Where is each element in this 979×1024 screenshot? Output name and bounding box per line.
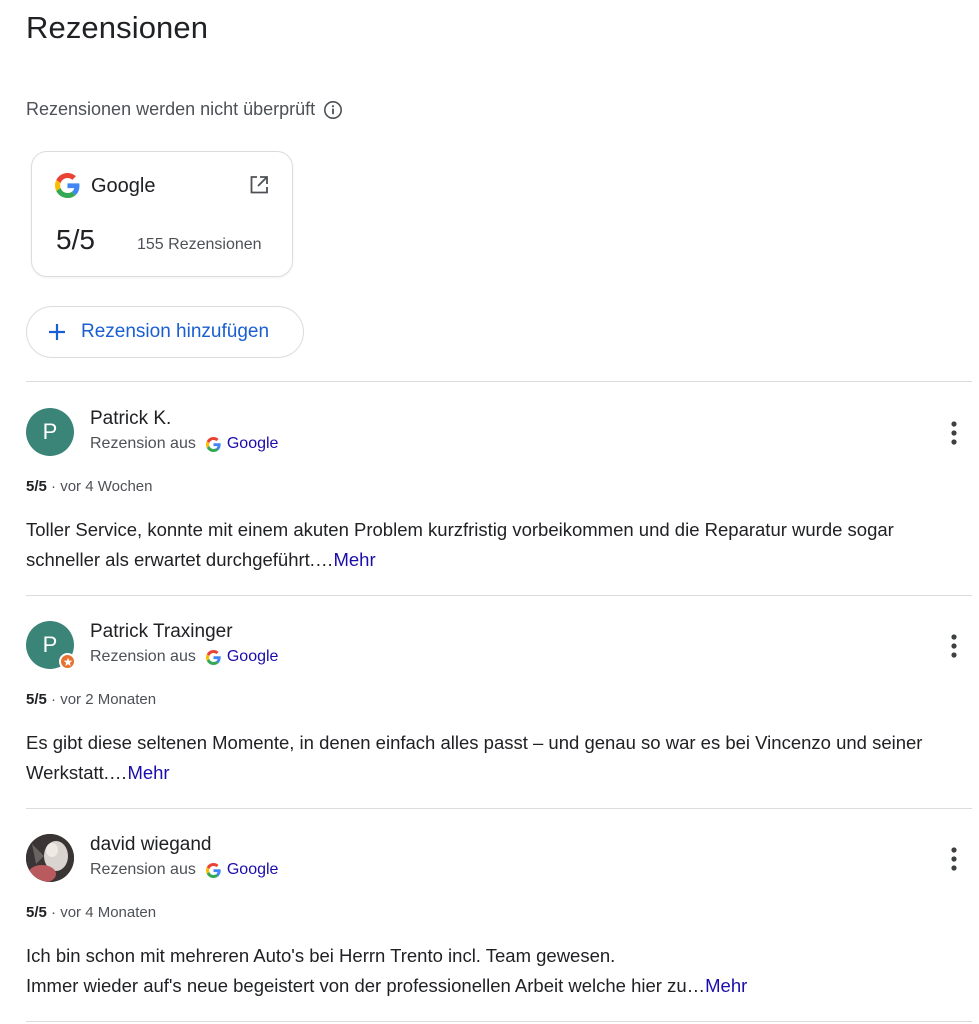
review-count: 155 Rezensionen: [137, 236, 262, 253]
review-source: Rezension aus Google: [90, 435, 278, 453]
reviewer-name[interactable]: david wiegand: [90, 834, 211, 856]
review-date: vor 4 Monaten: [60, 904, 157, 921]
review-source-prefix: Rezension aus: [90, 861, 196, 878]
avatar-initial: P: [42, 419, 58, 444]
avatar-initial: P: [42, 632, 58, 657]
avatar[interactable]: [26, 834, 74, 882]
review-text-content: Toller Service, konnte mit einem akuten …: [26, 519, 894, 570]
review-meta: 5/5 · vor 4 Wochen: [26, 478, 152, 495]
review-text: Toller Service, konnte mit einem akuten …: [26, 515, 972, 574]
review-source-link[interactable]: Google: [227, 435, 279, 453]
review-meta: 5/5 · vor 4 Monaten: [26, 904, 156, 921]
more-options-icon[interactable]: [944, 420, 964, 448]
review-source-link[interactable]: Google: [227, 648, 279, 666]
review-item: P Patrick Traxinger Rezension aus Google…: [26, 621, 972, 791]
review-source-prefix: Rezension aus: [90, 648, 196, 665]
more-link[interactable]: Mehr: [333, 549, 375, 570]
review-text-content: Ich bin schon mit mehreren Auto's bei He…: [26, 945, 706, 996]
meta-separator: ·: [46, 904, 61, 921]
review-source-link[interactable]: Google: [227, 861, 279, 879]
review-date: vor 4 Wochen: [60, 478, 153, 495]
divider: [26, 808, 972, 809]
meta-separator: ·: [46, 478, 61, 495]
open-external-icon[interactable]: [248, 174, 270, 196]
avatar[interactable]: P: [26, 621, 76, 670]
average-rating: 5/5: [56, 224, 95, 255]
review-score: 5/5: [26, 691, 47, 708]
google-source-card[interactable]: Google 5/5 155 Rezensionen: [31, 151, 293, 277]
avatar[interactable]: P: [26, 408, 74, 456]
review-meta: 5/5 · vor 2 Monaten: [26, 691, 156, 708]
add-review-label: Rezension hinzufügen: [81, 321, 270, 342]
review-text: Es gibt diese seltenen Momente, in denen…: [26, 728, 972, 787]
divider: [26, 595, 972, 596]
more-options-icon[interactable]: [944, 633, 964, 661]
google-g-icon: [205, 436, 221, 452]
reviewer-name[interactable]: Patrick K.: [90, 408, 171, 430]
add-review-button[interactable]: Rezension hinzufügen: [26, 306, 304, 358]
review-source: Rezension aus Google: [90, 861, 278, 879]
unverified-notice: Rezensionen werden nicht überprüft: [26, 99, 343, 120]
notice-text: Rezensionen werden nicht überprüft: [26, 99, 316, 119]
google-g-icon: [205, 649, 221, 665]
review-item: P Patrick K. Rezension aus Google 5/5 · …: [26, 408, 972, 578]
profile-photo: [26, 834, 74, 882]
google-g-icon: [55, 173, 80, 198]
page-title: Rezensionen: [26, 10, 209, 45]
more-link[interactable]: Mehr: [705, 975, 747, 996]
review-score: 5/5: [26, 478, 47, 495]
divider: [26, 381, 972, 382]
review-item: david wiegand Rezension aus Google 5/5 ·…: [26, 834, 972, 1004]
review-source-prefix: Rezension aus: [90, 435, 196, 452]
review-source: Rezension aus Google: [90, 648, 278, 666]
more-options-icon[interactable]: [944, 846, 964, 874]
star-icon: [63, 657, 72, 666]
divider: [26, 1021, 972, 1022]
plus-icon: [49, 324, 65, 340]
google-g-icon: [205, 862, 221, 878]
review-score: 5/5: [26, 904, 47, 921]
reviewer-name[interactable]: Patrick Traxinger: [90, 621, 233, 643]
review-date: vor 2 Monaten: [60, 691, 157, 708]
review-text: Ich bin schon mit mehreren Auto's bei He…: [26, 941, 972, 1000]
info-icon[interactable]: [323, 100, 343, 120]
source-name: Google: [91, 175, 156, 197]
meta-separator: ·: [46, 691, 61, 708]
local-guide-badge: [59, 653, 76, 670]
more-link[interactable]: Mehr: [127, 762, 169, 783]
